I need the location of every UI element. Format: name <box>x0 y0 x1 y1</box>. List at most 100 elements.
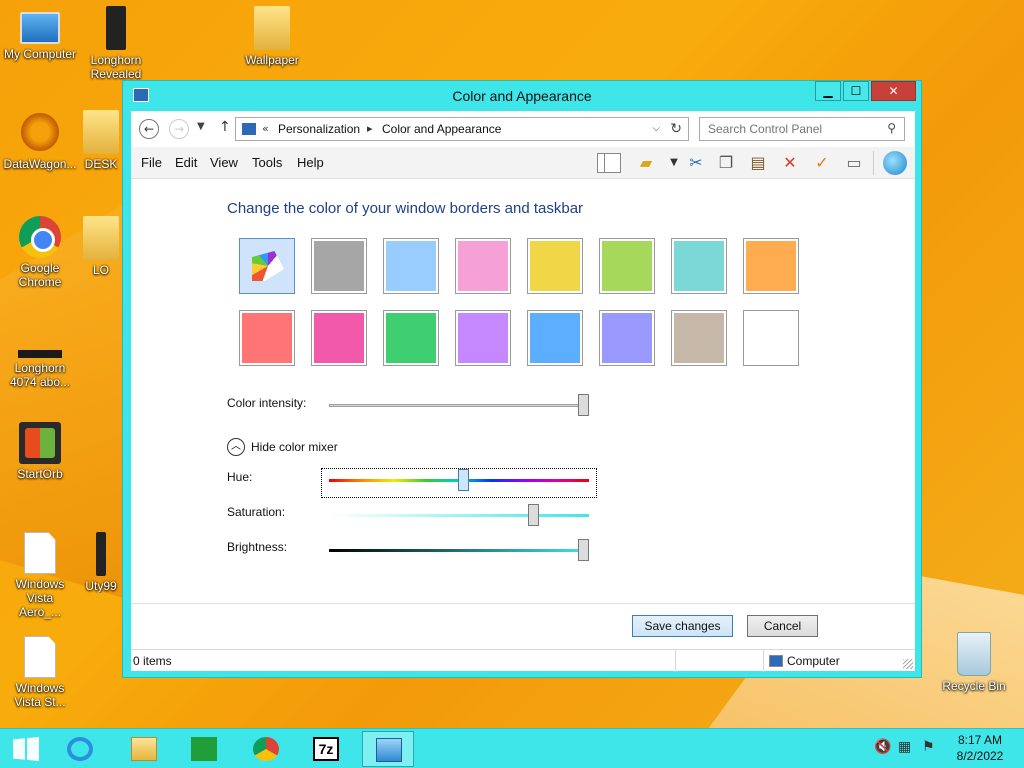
color-swatch[interactable] <box>599 238 655 294</box>
folder-check-icon[interactable]: ▰ <box>635 152 657 174</box>
resize-grip[interactable] <box>903 659 913 669</box>
hue-thumb[interactable] <box>458 469 470 491</box>
color-swatch[interactable] <box>671 310 727 366</box>
delete-icon[interactable]: ✕ <box>779 152 801 174</box>
clock-date: 8/2/2022 <box>956 749 1004 763</box>
network-icon[interactable]: ▦ <box>898 739 911 755</box>
menu-tools[interactable]: Tools <box>252 155 282 170</box>
start-icon <box>13 737 39 761</box>
desktop-icon-datawagon[interactable]: DataWagon... <box>0 110 80 171</box>
desktop-icon-vista-st[interactable]: Windows Vista St... <box>0 636 80 709</box>
automatic-color-swatch[interactable] <box>239 238 295 294</box>
breadcrumb-color-appearance[interactable]: Color and Appearance <box>382 122 501 136</box>
film-icon <box>106 6 126 50</box>
desktop-icon-startorb[interactable]: StartOrb <box>0 422 80 481</box>
title-bar[interactable]: Color and Appearance ▁ ☐ ✕ <box>123 81 921 111</box>
clock[interactable]: 8:17 AM 8/2/2022 <box>948 732 1012 764</box>
brightness-thumb[interactable] <box>578 539 589 561</box>
menu-file[interactable]: File <box>141 155 162 170</box>
chevron-down-icon[interactable]: ▼ <box>663 152 685 174</box>
panel-icon[interactable] <box>597 153 621 173</box>
color-swatch[interactable] <box>527 310 583 366</box>
hide-color-mixer-link[interactable]: Hide color mixer <box>251 440 338 454</box>
color-swatch[interactable] <box>311 238 367 294</box>
color-swatch[interactable] <box>455 238 511 294</box>
desktop-icon-wallpaper[interactable]: Wallpaper <box>232 6 312 67</box>
color-swatch[interactable] <box>455 310 511 366</box>
taskbar-store[interactable] <box>178 731 230 767</box>
minimize-button[interactable]: ▁ <box>815 81 841 101</box>
saturation-thumb[interactable] <box>528 504 540 526</box>
refresh-icon[interactable]: ↻ <box>670 121 682 137</box>
desktop-icon-vista-aero[interactable]: Windows Vista Aero_... <box>0 532 80 619</box>
desktop-icon-recycle-bin[interactable]: Recycle Bin <box>934 632 1014 693</box>
startorb-icon <box>19 422 61 464</box>
taskbar-ie[interactable] <box>54 731 106 767</box>
color-swatch[interactable] <box>671 238 727 294</box>
search-icon[interactable]: ⚲ <box>887 121 896 135</box>
desktop-icon-my-computer[interactable]: My Computer <box>0 6 80 61</box>
datawagon-icon <box>18 110 62 154</box>
recent-pages-dropdown[interactable]: ▼ <box>197 121 205 132</box>
navigation-bar: ← → ▼ ↑ « Personalization ▸ Color and Ap… <box>131 111 915 147</box>
color-swatch[interactable] <box>311 310 367 366</box>
color-swatch[interactable] <box>383 238 439 294</box>
action-center-icon[interactable]: ⚑ <box>922 739 935 755</box>
search-box[interactable]: ⚲ <box>699 117 905 141</box>
desktop-icon-chrome[interactable]: Google Chrome <box>0 216 80 289</box>
save-changes-button[interactable]: Save changes <box>632 615 733 637</box>
start-button[interactable] <box>0 731 52 767</box>
color-swatch[interactable] <box>743 238 799 294</box>
taskbar-file-explorer[interactable] <box>118 731 170 767</box>
taskbar-control-panel[interactable] <box>362 731 414 767</box>
taskbar-7zip[interactable]: 7z <box>300 731 352 767</box>
up-button[interactable]: ↑ <box>219 119 231 135</box>
globe-icon[interactable] <box>883 151 907 175</box>
swatch-color <box>242 313 292 363</box>
desktop-icon-longhorn-4074[interactable]: Longhorn 4074 abo... <box>0 330 80 389</box>
menu-edit[interactable]: Edit <box>175 155 197 170</box>
color-intensity-thumb[interactable] <box>578 394 589 416</box>
desktop-icon-desk[interactable]: DESK <box>76 110 126 171</box>
breadcrumb-overflow[interactable]: « <box>262 122 269 135</box>
cut-icon[interactable]: ✂ <box>685 152 707 174</box>
color-intensity-label: Color intensity: <box>227 396 307 410</box>
film-icon <box>96 532 106 576</box>
menu-view[interactable]: View <box>210 155 238 170</box>
window-client: ← → ▼ ↑ « Personalization ▸ Color and Ap… <box>131 111 915 672</box>
search-input[interactable] <box>708 119 878 139</box>
color-swatch[interactable] <box>527 238 583 294</box>
chevron-up-icon[interactable]: ︿ <box>227 438 245 456</box>
saturation-slider[interactable] <box>329 514 589 517</box>
maximize-button[interactable]: ☐ <box>843 81 869 101</box>
file-explorer-icon <box>131 737 157 761</box>
status-divider <box>675 650 676 672</box>
palette-icon <box>252 251 284 281</box>
menu-help[interactable]: Help <box>297 155 324 170</box>
color-swatch[interactable] <box>599 310 655 366</box>
color-swatch[interactable] <box>383 310 439 366</box>
color-intensity-slider[interactable] <box>329 404 589 407</box>
properties-icon[interactable]: ▭ <box>843 152 865 174</box>
copy-icon[interactable]: ❐ <box>715 152 737 174</box>
back-button[interactable]: ← <box>139 119 159 139</box>
chevron-down-icon[interactable]: ⌵ <box>652 123 660 134</box>
taskbar-chrome[interactable] <box>240 731 292 767</box>
desktop-icon-lo[interactable]: LO <box>76 216 126 277</box>
cancel-button[interactable]: Cancel <box>747 615 818 637</box>
forward-button[interactable]: → <box>169 119 189 139</box>
checkmark-icon[interactable]: ✓ <box>811 152 833 174</box>
paste-icon[interactable]: ▤ <box>747 152 769 174</box>
volume-muted-icon[interactable]: 🔇 <box>874 739 891 755</box>
desktop-icon-uty99[interactable]: Uty99 <box>76 532 126 593</box>
close-button[interactable]: ✕ <box>871 81 916 101</box>
swatch-color <box>530 241 580 291</box>
color-swatch[interactable] <box>239 310 295 366</box>
address-bar[interactable]: « Personalization ▸ Color and Appearance… <box>235 117 689 141</box>
breadcrumb-personalization[interactable]: Personalization <box>278 122 360 136</box>
breadcrumb-separator[interactable]: ▸ <box>367 122 373 135</box>
color-swatch[interactable] <box>743 310 799 366</box>
brightness-slider[interactable] <box>329 549 589 552</box>
chrome-icon <box>19 216 61 258</box>
desktop-icon-longhorn-orb[interactable]: Longhorn Revealed ORB <box>76 6 156 81</box>
